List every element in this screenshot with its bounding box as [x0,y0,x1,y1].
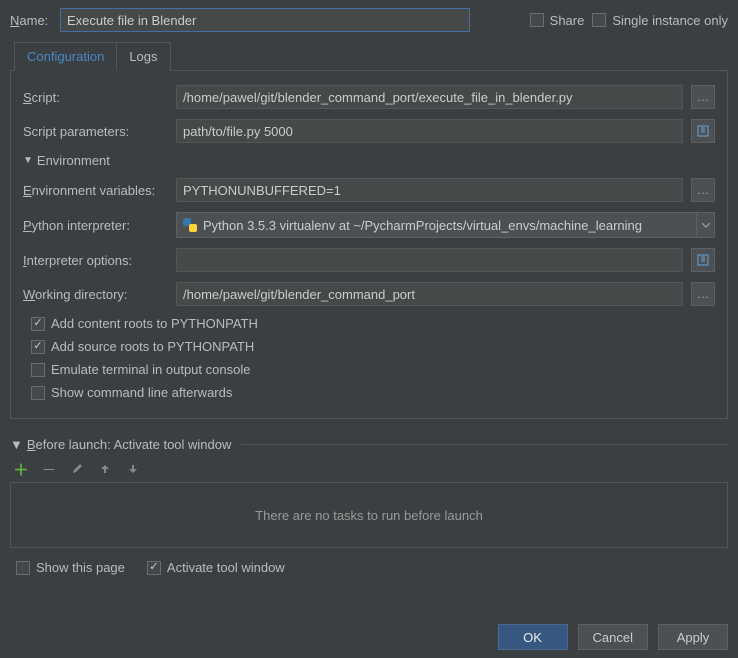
interpopts-label: Interpreter options: [23,253,168,268]
envvars-label: Environment variables: [23,183,168,198]
content-roots-checkbox[interactable]: Add content roots to PYTHONPATH [31,316,258,331]
ellipsis-icon: … [697,287,709,301]
move-down-button[interactable] [126,462,140,476]
apply-button[interactable]: Apply [658,624,728,650]
dialog-buttons: OK Cancel Apply [10,596,728,650]
name-row: Name: Share Single instance only [10,8,728,32]
interpopts-expand-button[interactable] [691,248,715,272]
before-launch-toolbar: ＋ － [14,462,728,476]
tab-configuration[interactable]: Configuration [15,43,117,71]
caret-down-icon: ▼ [23,155,33,166]
python-icon [183,218,197,232]
script-browse-button[interactable]: … [691,85,715,109]
before-launch-header[interactable]: ▼ Before launch: Activate tool window [10,437,728,452]
tab-logs[interactable]: Logs [117,43,169,71]
interpreter-label: Python interpreter: [23,218,168,233]
single-instance-checkbox[interactable]: Single instance only [592,13,728,28]
ok-button[interactable]: OK [498,624,568,650]
name-input[interactable] [60,8,470,32]
script-label: Script: [23,90,168,105]
move-up-button[interactable] [98,462,112,476]
task-list: There are no tasks to run before launch [10,482,728,548]
remove-task-button[interactable]: － [42,462,56,476]
workdir-input[interactable] [176,282,683,306]
ellipsis-icon: … [697,183,709,197]
workdir-browse-button[interactable]: … [691,282,715,306]
expand-icon [697,125,709,137]
config-panel: Script: … Script parameters: ▼ Environme… [10,70,728,419]
envvars-browse-button[interactable]: … [691,178,715,202]
task-list-empty-text: There are no tasks to run before launch [255,508,483,523]
edit-task-button[interactable] [70,462,84,476]
arrow-down-icon [128,464,138,474]
show-this-page-checkbox[interactable]: Show this page [16,560,125,575]
source-roots-checkbox[interactable]: Add source roots to PYTHONPATH [31,339,254,354]
params-expand-button[interactable] [691,119,715,143]
name-label: Name: [10,13,52,28]
pencil-icon [71,463,83,475]
share-checkbox[interactable]: Share [530,13,585,28]
expand-icon [697,254,709,266]
add-task-button[interactable]: ＋ [14,462,28,476]
interpopts-input[interactable] [176,248,683,272]
params-input[interactable] [176,119,683,143]
environment-section-header[interactable]: ▼ Environment [23,153,715,168]
before-launch-section: ▼ Before launch: Activate tool window ＋ … [10,437,728,575]
params-label: Script parameters: [23,124,168,139]
emulate-terminal-checkbox[interactable]: Emulate terminal in output console [31,362,250,377]
arrow-up-icon [100,464,110,474]
workdir-label: Working directory: [23,287,168,302]
envvars-input[interactable] [176,178,683,202]
chevron-down-icon [696,214,714,236]
activate-tool-window-checkbox[interactable]: Activate tool window [147,560,285,575]
cancel-button[interactable]: Cancel [578,624,648,650]
interpreter-dropdown[interactable]: Python 3.5.3 virtualenv at ~/PycharmProj… [176,212,715,238]
script-input[interactable] [176,85,683,109]
ellipsis-icon: … [697,90,709,104]
tab-bar: Configuration Logs [14,42,171,71]
interpreter-value: Python 3.5.3 virtualenv at ~/PycharmProj… [203,218,690,233]
show-cmd-checkbox[interactable]: Show command line afterwards [31,385,232,400]
caret-down-icon: ▼ [10,437,23,452]
